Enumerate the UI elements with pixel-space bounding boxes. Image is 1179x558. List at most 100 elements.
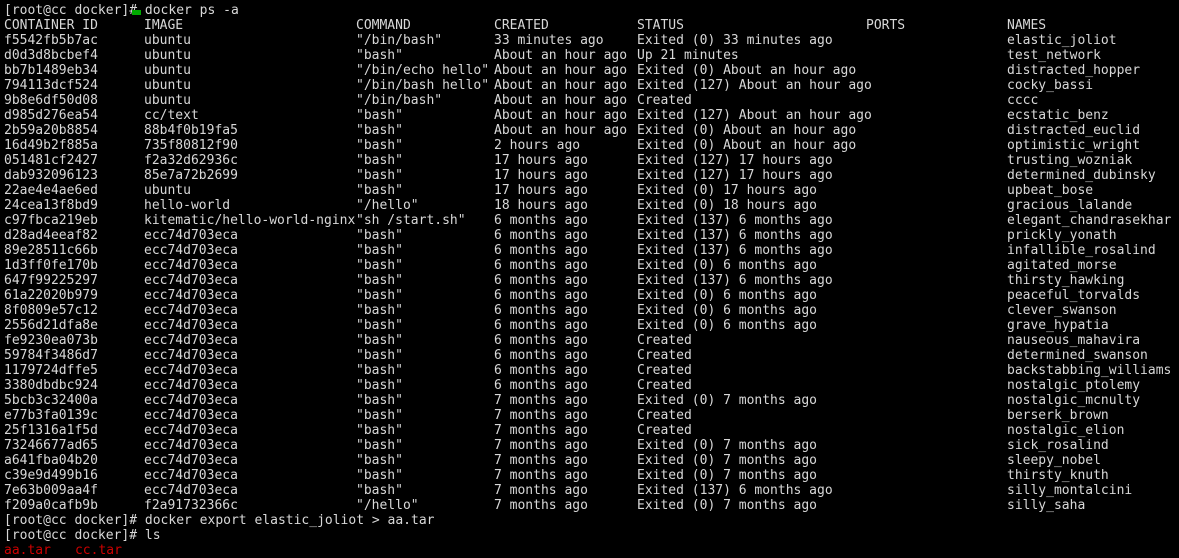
table-row: c39e9d499b16 ecc74d703eca "bash" 7 months a… [4,468,1179,483]
command-text-ls: ls [144,528,161,543]
cell-command: "bash" [356,408,403,423]
cell-status: Exited (0) About an hour ago [637,123,857,138]
cell-command: "bash" [356,333,403,348]
cell-container-id: 22ae4e4ae6ed [4,183,98,198]
cell-container-id: 1d3ff0fe170b [4,258,98,273]
cell-names: determined_dubinsky [1007,168,1156,183]
cell-container-id: c39e9d499b16 [4,468,98,483]
cell-image: 735f80812f90 [144,138,238,153]
column-header-image: IMAGE [144,18,184,33]
table-row: e77b3fa0139c ecc74d703eca "bash" 7 months a… [4,408,1179,423]
cell-container-id: c97fbca219eb [4,213,98,228]
cell-command: "bash" [356,348,403,363]
cell-status: Created [637,378,692,393]
cell-container-id: 24cea13f8bd9 [4,198,98,213]
cell-created: 6 months ago [494,258,588,273]
cell-command: "/bin/bash" [356,93,443,108]
cell-names: backstabbing_williams [1007,363,1172,378]
cell-image: ecc74d703eca [144,318,238,333]
cell-status: Exited (0) 6 months ago [637,258,818,273]
table-row: a641fba04b20 ecc74d703eca "bash" 7 months a… [4,453,1179,468]
cell-command: "bash" [356,318,403,333]
cell-status: Exited (0) 6 months ago [637,303,818,318]
table-row: dab932096123 85e7a72b2699 "bash" 17 hours a… [4,168,1179,183]
cell-container-id: 5bcb3c32400a [4,393,98,408]
cell-created: 6 months ago [494,288,588,303]
column-header-ports: PORTS [866,18,906,33]
cell-created: 6 months ago [494,273,588,288]
cell-image: ecc74d703eca [144,408,238,423]
cell-status: Exited (0) 7 months ago [637,468,818,483]
cell-created: 17 hours ago [494,183,588,198]
file-aa-tar: aa.tar [4,543,51,558]
cell-created: About an hour ago [494,123,628,138]
cell-command: "bash" [356,228,403,243]
cell-command: "bash" [356,288,403,303]
table-row: 1179724dffe5 ecc74d703eca "bash" 6 months a… [4,363,1179,378]
cell-names: peaceful_torvalds [1007,288,1141,303]
cell-status: Exited (0) 6 months ago [637,288,818,303]
table-row: 5bcb3c32400a ecc74d703eca "bash" 7 months a… [4,393,1179,408]
cell-status: Exited (0) About an hour ago [637,63,857,78]
cell-container-id: e77b3fa0139c [4,408,98,423]
cell-status: Exited (0) 33 minutes ago [637,33,833,48]
cell-image: ecc74d703eca [144,438,238,453]
table-row: 647f99225297 ecc74d703eca "bash" 6 months a… [4,273,1179,288]
cell-names: nostalgic_ptolemy [1007,378,1141,393]
cell-names: elastic_joliot [1007,33,1117,48]
table-row: 24cea13f8bd9 hello-world "/hello" 18 hours … [4,198,1179,213]
table-row: d0d3d8bcbef4 ubuntu "bash" About an hour ag… [4,48,1179,63]
cell-image: ecc74d703eca [144,378,238,393]
cell-container-id: 9b8e6df50d08 [4,93,98,108]
table-row: 2556d21dfa8e ecc74d703eca "bash" 6 months a… [4,318,1179,333]
cell-names: nauseous_mahavira [1007,333,1141,348]
command-text-docker-ps: docker ps -a [144,3,239,18]
cell-names: infallible_rosalind [1007,243,1156,258]
cell-names: determined_swanson [1007,348,1148,363]
cell-created: 7 months ago [494,453,588,468]
cell-created: 6 months ago [494,213,588,228]
cell-container-id: a641fba04b20 [4,453,98,468]
cell-names: trusting_wozniak [1007,153,1133,168]
cell-container-id: 3380dbdbc924 [4,378,98,393]
ls-output-line: aa.tar cc.tar [4,543,1179,558]
cell-created: 7 months ago [494,483,588,498]
cell-command: "/hello" [356,498,419,513]
cell-command: "bash" [356,243,403,258]
cell-command: "bash" [356,423,403,438]
cell-container-id: 8f0809e57c12 [4,303,98,318]
cell-container-id: 2556d21dfa8e [4,318,98,333]
cell-status: Exited (137) 6 months ago [637,483,833,498]
cell-image: ecc74d703eca [144,393,238,408]
cell-command: "bash" [356,138,403,153]
terminal-window[interactable]: [root@cc docker]# docker ps -a CONTAINER… [0,0,1179,558]
cell-status: Up 21 minutes [637,48,739,63]
cell-command: "bash" [356,48,403,63]
cell-image: hello-world [144,198,231,213]
cell-created: 18 hours ago [494,198,588,213]
table-row: c97fbca219eb kitematic/hello-world-nginx "… [4,213,1179,228]
cell-names: nostalgic_mcnulty [1007,393,1141,408]
cell-container-id: d985d276ea54 [4,108,98,123]
column-header-created: CREATED [494,18,549,33]
cell-status: Created [637,363,692,378]
cell-image: ecc74d703eca [144,273,238,288]
cell-created: 17 hours ago [494,153,588,168]
cell-image: ecc74d703eca [144,348,238,363]
cell-status: Created [637,408,692,423]
cell-status: Exited (137) 6 months ago [637,273,833,288]
cell-status: Created [637,93,692,108]
cell-command: "bash" [356,363,403,378]
cell-created: 7 months ago [494,423,588,438]
cell-container-id: 1179724dffe5 [4,363,98,378]
cell-command: "/bin/echo hello" [356,63,490,78]
cell-status: Exited (0) 7 months ago [637,438,818,453]
cell-image: ubuntu [144,93,191,108]
cell-status: Exited (0) 7 months ago [637,498,818,513]
column-header-container-id: CONTAINER ID [4,18,98,33]
table-row: 9b8e6df50d08 ubuntu "/bin/bash" About an ho… [4,93,1179,108]
cell-status: Exited (0) 6 months ago [637,318,818,333]
cell-image: ubuntu [144,183,191,198]
cell-names: silly_montalcini [1007,483,1133,498]
cell-status: Created [637,333,692,348]
